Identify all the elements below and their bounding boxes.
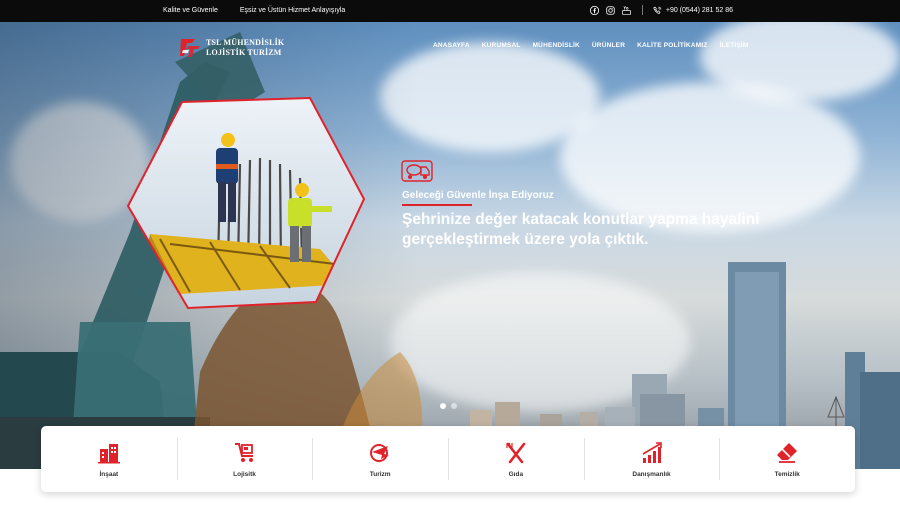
service-tourism[interactable]: Turizm xyxy=(312,426,448,492)
nav-corporate[interactable]: KURUMSAL xyxy=(482,42,521,49)
nav-contact[interactable]: İLETİŞİM xyxy=(720,42,749,49)
service-construction[interactable]: İnşaat xyxy=(41,426,177,492)
buildings-icon xyxy=(97,443,120,463)
mixer-truck-icon xyxy=(401,160,433,182)
nav-engineering[interactable]: MÜHENDİSLİK xyxy=(533,42,580,49)
instagram-icon[interactable] xyxy=(606,5,616,15)
phone-icon xyxy=(653,6,662,14)
slider-dot-2[interactable] xyxy=(451,403,457,409)
nav-home[interactable]: ANASAYFA xyxy=(433,42,470,49)
slider-dot-1[interactable] xyxy=(440,403,446,409)
hero-accent-line xyxy=(402,204,472,206)
service-food[interactable]: Gıda xyxy=(448,426,584,492)
eraser-icon xyxy=(777,442,798,463)
brand-name: TSL MÜHENDİSLİK LOJİSTİK TURİZM xyxy=(206,38,284,58)
brand-logo[interactable]: TSL MÜHENDİSLİK LOJİSTİK TURİZM xyxy=(178,36,284,60)
facebook-icon[interactable] xyxy=(590,5,600,15)
logo-mark-icon xyxy=(180,39,200,57)
divider xyxy=(641,5,643,15)
service-label: Temizlik xyxy=(774,470,800,478)
logistics-icon xyxy=(234,442,253,462)
brand-line-2: LOJİSTİK TURİZM xyxy=(206,48,282,57)
service-consulting[interactable]: Danışmanlık xyxy=(583,426,720,492)
phone-number: +90 (0544) 281 52 86 xyxy=(665,6,733,14)
top-bar-contact: +90 (0544) 281 52 86 xyxy=(590,5,733,15)
hero-slider: TSL MÜHENDİSLİK LOJİSTİK TURİZM ANASAYFA… xyxy=(0,22,900,469)
nav-products[interactable]: ÜRÜNLER xyxy=(592,42,625,49)
service-logistics[interactable]: Lojisitk xyxy=(176,426,313,492)
service-label: İnşaat xyxy=(99,470,119,478)
plane-globe-icon xyxy=(370,443,390,462)
main-nav: ANASAYFA KURUMSAL MÜHENDİSLİK ÜRÜNLER KA… xyxy=(433,42,749,49)
fork-knife-icon xyxy=(506,442,526,463)
top-bar-slogans: Kalite ve Güvenle Eşsiz ve Üstün Hizmet … xyxy=(163,7,345,14)
phone-contact[interactable]: +90 (0544) 281 52 86 xyxy=(653,6,733,15)
hero-subtitle: Geleceği Güvenle İnşa Ediyoruz xyxy=(402,190,554,201)
slogan-quality[interactable]: Kalite ve Güvenle xyxy=(163,7,218,14)
service-label: Danışmanlık xyxy=(632,470,671,478)
slogan-service[interactable]: Eşsiz ve Üstün Hizmet Anlayışıyla xyxy=(240,7,345,14)
growth-chart-icon xyxy=(642,441,662,463)
service-label: Gıda xyxy=(508,470,524,478)
services-bar: İnşaat Lojisitk Turizm Gıda Danışmanlık … xyxy=(41,426,855,492)
hexagon-photo xyxy=(120,94,370,314)
service-label: Turizm xyxy=(369,470,391,478)
slider-dots xyxy=(440,403,457,409)
top-bar: Kalite ve Güvenle Eşsiz ve Üstün Hizmet … xyxy=(0,0,900,22)
nav-quality-policy[interactable]: KALİTE POLİTİKAMIZ xyxy=(637,42,707,49)
youtube-icon[interactable] xyxy=(622,5,632,15)
service-label: Lojisitk xyxy=(233,470,256,478)
service-cleaning[interactable]: Temizlik xyxy=(719,426,855,492)
hero-headline: Şehrinize değer katacak konutlar yapma h… xyxy=(402,211,760,248)
brand-line-1: TSL MÜHENDİSLİK xyxy=(206,38,285,47)
